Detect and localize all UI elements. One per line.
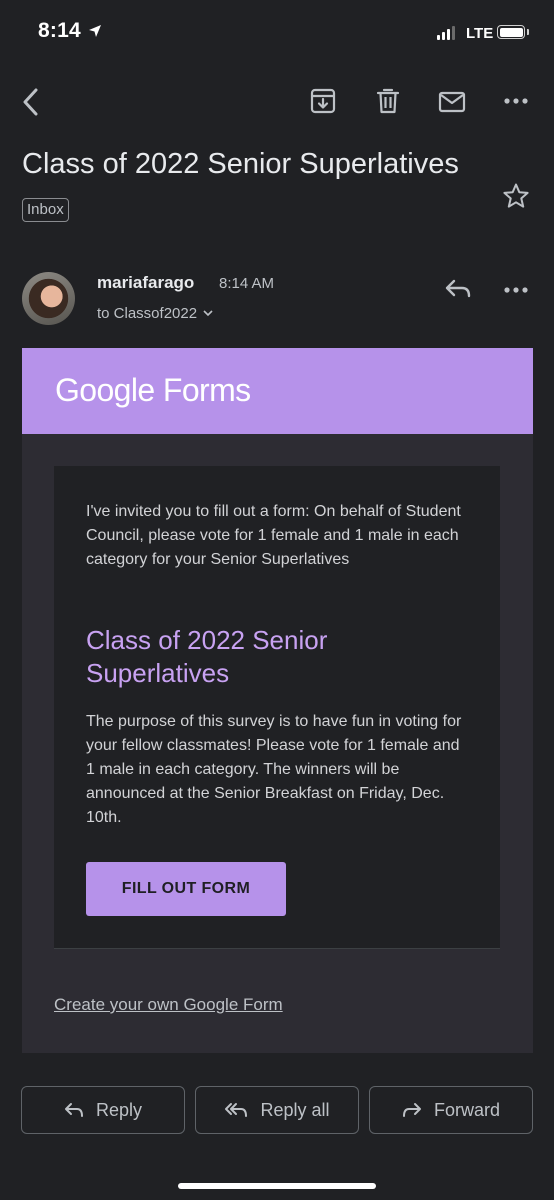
message-more-icon[interactable] — [504, 287, 528, 293]
avatar[interactable] — [22, 272, 75, 325]
more-horizontal-icon[interactable] — [504, 98, 528, 104]
star-icon[interactable] — [502, 182, 530, 210]
form-description: The purpose of this survey is to have fu… — [86, 713, 462, 826]
fill-out-form-button[interactable]: FILL OUT FORM — [86, 862, 286, 916]
reply-icon[interactable] — [444, 277, 472, 301]
home-indicator[interactable] — [178, 1183, 376, 1189]
chevron-down-icon — [203, 310, 213, 317]
back-icon[interactable] — [20, 88, 42, 116]
forward-icon — [402, 1102, 422, 1118]
logo-google-text: Google — [55, 372, 155, 408]
location-arrow-icon — [88, 24, 102, 38]
form-title[interactable]: Class of 2022 Senior Superlatives — [86, 624, 466, 690]
reply-button[interactable]: Reply — [21, 1086, 185, 1134]
archive-icon[interactable] — [310, 88, 336, 114]
email-time: 8:14 AM — [219, 275, 275, 292]
reply-label: Reply — [95, 1099, 143, 1120]
signal-icon — [437, 26, 455, 40]
recipient-text: to Classof2022 — [97, 305, 198, 322]
email-subject: Class of 2022 Senior Superlatives — [22, 148, 459, 180]
reply-all-label: Reply all — [260, 1099, 330, 1120]
mail-icon[interactable] — [438, 91, 466, 113]
trash-icon[interactable] — [376, 88, 400, 114]
reply-all-button[interactable]: Reply all — [195, 1086, 359, 1134]
battery-icon — [497, 25, 525, 39]
forward-button[interactable]: Forward — [369, 1086, 533, 1134]
reply-all-icon — [224, 1102, 248, 1118]
battery-tip — [527, 29, 529, 35]
status-time: 8:14 — [38, 19, 81, 42]
invite-intro-text: I've invited you to fill out a form: On … — [86, 503, 461, 568]
sender-name[interactable]: mariafarago — [97, 273, 194, 293]
recipient-line[interactable]: to Classof2022 — [97, 305, 213, 322]
network-type: LTE — [466, 25, 494, 42]
forward-label: Forward — [433, 1099, 500, 1120]
create-google-form-link[interactable]: Create your own Google Form — [54, 995, 283, 1015]
reply-icon — [64, 1102, 84, 1118]
logo-forms-text: Forms — [162, 372, 251, 408]
google-forms-logo: Google Forms — [55, 372, 251, 409]
inbox-label-badge[interactable]: Inbox — [22, 198, 69, 222]
